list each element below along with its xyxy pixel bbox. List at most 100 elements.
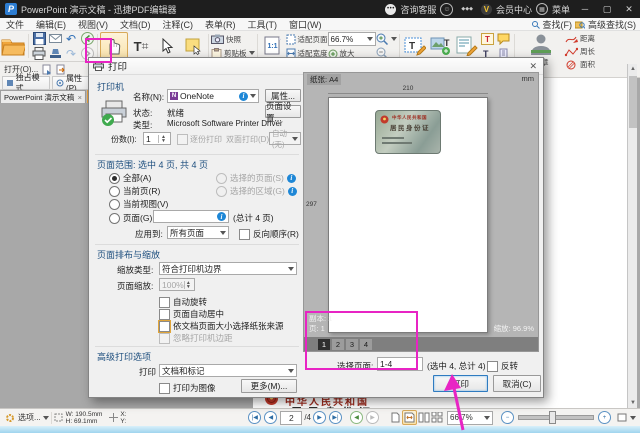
tab-close-icon[interactable]: × [78,93,82,102]
range-pages-label[interactable]: 页面(G) [123,212,152,224]
menu-annotate[interactable]: 注释(C) [157,18,200,31]
collate-checkbox[interactable] [177,134,188,145]
save-icon[interactable] [31,32,47,46]
dialog-close-icon[interactable]: ✕ [529,61,539,72]
scale-type-select[interactable]: 符合打印机边界 [159,262,297,275]
measure-perimeter-label[interactable]: 周长 [580,46,595,57]
redo-icon[interactable]: ↷ [63,47,79,61]
comment-bubble-icon[interactable] [496,32,512,46]
more-options-button[interactable]: 更多(M)... [241,379,297,393]
cancel-button[interactable]: 取消(C) [493,375,541,392]
zoom-slider-handle[interactable] [549,411,556,424]
snapshot-icon[interactable] [211,34,224,44]
exclusive-mode-button[interactable]: 独占模式 [2,76,50,90]
print-as-image-checkbox[interactable] [159,383,170,394]
print-icon[interactable] [31,47,47,61]
email-icon[interactable] [47,32,63,46]
measure-distance-label[interactable]: 距离 [580,33,595,44]
document-tab[interactable]: PowerPoint 演示文稿 * × [0,90,86,103]
reverse-order-checkbox[interactable] [239,229,250,240]
options-gear-icon[interactable] [4,412,16,424]
flip-checkbox[interactable] [487,361,498,372]
pages-info-icon[interactable]: i [217,212,226,221]
copies-input[interactable]: 1▲▼ [143,132,171,145]
last-page-button[interactable]: ▶| [329,411,342,424]
auto-rotate-checkbox[interactable] [159,297,170,308]
select-arrow-icon[interactable] [154,33,180,59]
vertical-scrollbar[interactable]: ▲ ▼ [627,64,637,408]
full-screen-icon[interactable] [615,411,628,424]
range-pages-radio[interactable] [109,213,120,224]
options-caret[interactable] [43,416,49,420]
account-icon[interactable]: ☺ [440,3,453,16]
menu-document[interactable]: 文档(D) [114,18,157,31]
auto-center-checkbox[interactable] [159,309,170,320]
menu-file[interactable]: 文件 [0,18,30,31]
text-select-tool-icon[interactable]: T⌗ [128,33,154,59]
text-box-tool-icon[interactable]: T [480,32,496,46]
range-current-view-radio[interactable] [109,199,120,210]
paper-source-checkbox[interactable] [159,321,170,332]
magnifier-dropdown-caret[interactable] [391,37,397,41]
menu-edit[interactable]: 编辑(E) [30,18,72,31]
prev-page-button[interactable]: ◀ [264,411,277,424]
fit-page-icon[interactable] [286,34,296,45]
options-label[interactable]: 选项... [18,412,41,423]
first-page-button[interactable]: |◀ [248,411,261,424]
clipboard-dropdown-caret[interactable] [249,51,255,55]
convert-doc-icon[interactable] [56,64,66,75]
scroll-down-icon[interactable]: ▼ [628,398,638,408]
measure-area-label[interactable]: 面积 [580,59,595,70]
printer-name-select[interactable]: NOneNote i [167,89,259,103]
printer-info-icon[interactable]: i [239,92,248,101]
statusbar-more-caret[interactable] [630,416,636,420]
maximize-button[interactable]: ▢ [596,0,618,18]
measure-area-icon[interactable] [564,60,578,70]
pages-range-input[interactable]: i [153,210,229,223]
snapshot-label[interactable]: 快照 [226,34,241,45]
zoom-level-combo[interactable]: 66.7% [328,32,376,46]
facing-pages-view-icon[interactable] [417,411,430,424]
edit-object-icon[interactable] [454,33,480,59]
page-setup-button[interactable]: 页面设置... [265,105,301,118]
page-number-input[interactable]: 2 [280,411,302,425]
next-view-button[interactable]: ▶ [366,411,379,424]
range-current-page-radio[interactable] [109,186,120,197]
advanced-find-button[interactable]: 高级查找(S) [585,18,640,31]
zoom-in-button[interactable]: + [598,411,611,424]
actual-size-icon[interactable]: 1:1 [260,33,286,59]
apply-to-select[interactable]: 所有页面 [167,226,229,239]
selected-pages-info-icon[interactable]: i [287,174,296,183]
scroll-up-icon[interactable]: ▲ [628,64,638,74]
next-page-button[interactable]: ▶ [313,411,326,424]
fit-width-view-icon[interactable] [402,410,417,425]
range-all-radio[interactable] [109,173,120,184]
range-current-page-label[interactable]: 当前页(R) [123,185,160,197]
print-what-select[interactable]: 文档和标记 [159,364,297,377]
annotation-select-icon[interactable] [180,33,206,59]
add-text-icon[interactable]: T [428,33,454,59]
app-menu-button[interactable]: 菜单 [552,3,570,16]
measure-perimeter-icon[interactable] [564,47,578,57]
close-button[interactable]: ✕ [618,0,640,18]
seal-stamp-icon[interactable] [47,47,63,61]
find-button[interactable]: 查找(F) [540,18,576,31]
previous-view-button[interactable]: ◀ [350,411,363,424]
magnifier-plus-icon[interactable] [376,33,389,45]
zoom-slider[interactable] [518,415,594,420]
undo-icon[interactable]: ↶ [63,32,79,46]
customer-service-link[interactable]: 咨询客服 [400,3,436,16]
member-center-link[interactable]: 会员中心 [496,3,532,16]
zoom-out-button[interactable]: − [501,411,514,424]
range-current-view-label[interactable]: 当前视图(V) [123,198,168,210]
single-page-view-icon[interactable] [389,411,402,424]
menu-tools[interactable]: 工具(T) [242,18,284,31]
minimize-button[interactable]: ─ [574,0,596,18]
scrollbar-thumb[interactable] [629,76,637,128]
copies-stepper[interactable]: ▲▼ [158,135,168,143]
measure-distance-icon[interactable] [564,34,578,44]
menu-form[interactable]: 表单(R) [199,18,242,31]
fit-page-label[interactable]: 适配页面 [298,34,328,45]
edit-content-icon[interactable]: T [402,33,428,59]
selected-region-info-icon[interactable]: i [288,187,297,196]
